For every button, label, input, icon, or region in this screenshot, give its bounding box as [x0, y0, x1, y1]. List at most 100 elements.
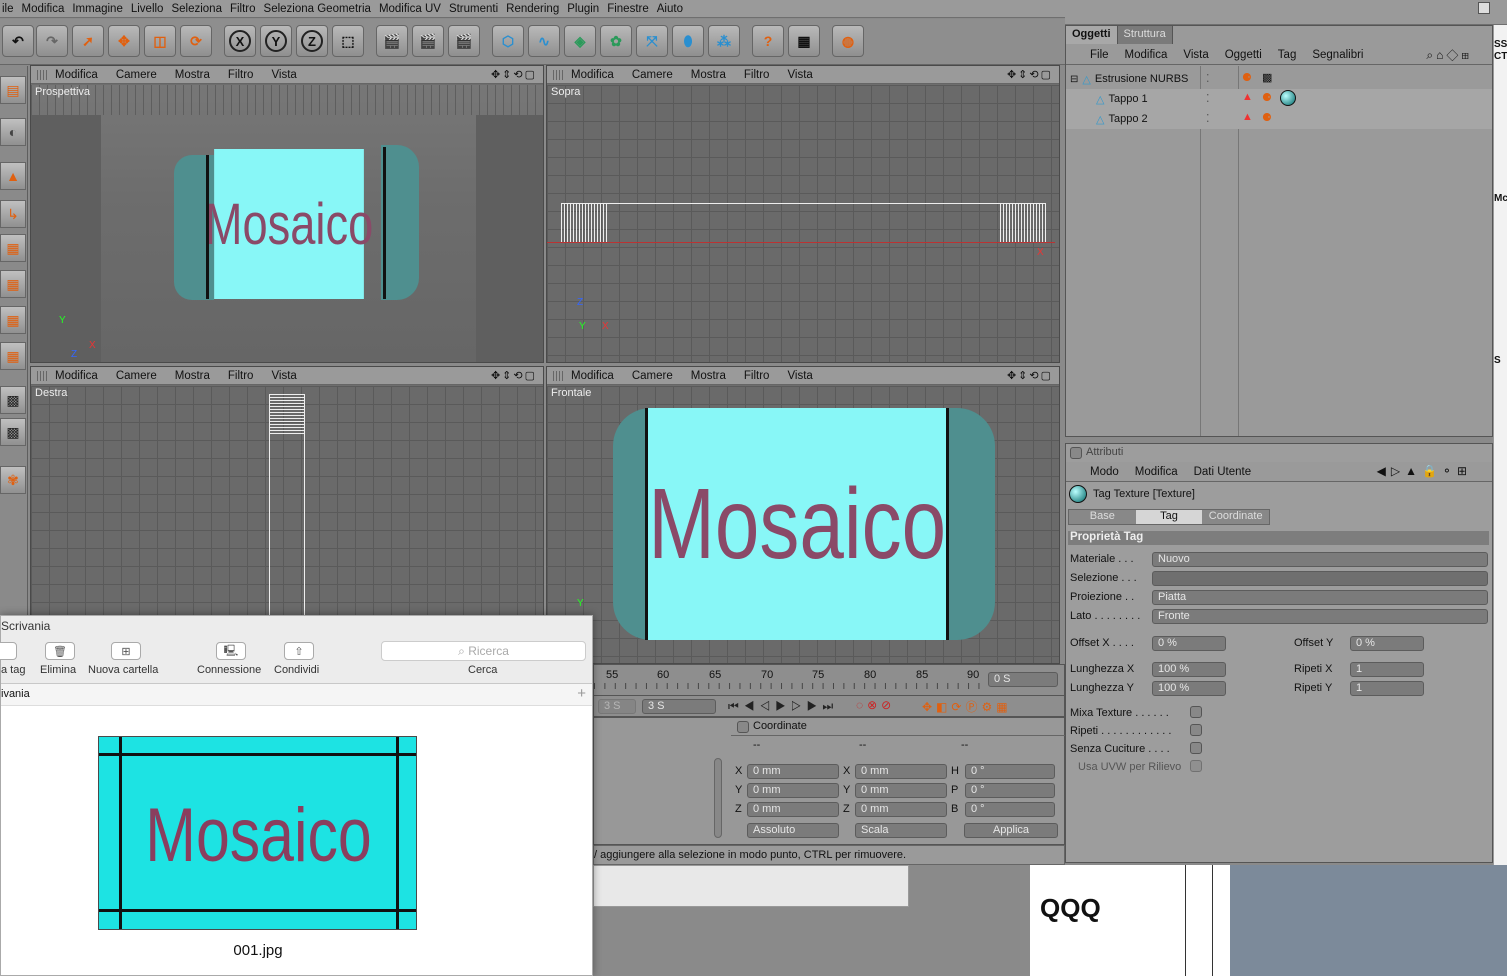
length-y-field[interactable]: 100 %: [1152, 681, 1226, 696]
scale-icon[interactable]: ◫: [144, 25, 176, 57]
om-menu-vista[interactable]: Vista: [1183, 49, 1208, 61]
web-icon[interactable]: ◍: [832, 25, 864, 57]
polygons-mode-icon[interactable]: ▦: [0, 234, 26, 262]
snap-icon[interactable]: ✾: [0, 466, 26, 494]
phong-tag-icon[interactable]: ⚈: [1242, 71, 1252, 84]
collapse-icon[interactable]: ⊟: [1070, 74, 1078, 85]
menu-seleziona-geometria[interactable]: Seleziona Geometria: [264, 3, 379, 15]
vp-menu-filtro[interactable]: Filtro: [744, 69, 770, 81]
viewport-nav-icons[interactable]: ✥⇕⟲▢: [1007, 369, 1053, 382]
trash-icon[interactable]: 🗑: [45, 642, 75, 660]
vp-menu-mostra[interactable]: Mostra: [175, 370, 210, 382]
viewport-right[interactable]: Modifica Camere Mostra Filtro Vista ✥⇕⟲▢…: [30, 366, 544, 626]
move-icon[interactable]: ✥: [108, 25, 140, 57]
tiles-x-field[interactable]: 1: [1350, 662, 1424, 677]
scale-z-field[interactable]: 0 mm: [855, 802, 947, 817]
vp-menu-modifica[interactable]: Modifica: [571, 69, 614, 81]
viewport-nav-icons[interactable]: ✥⇕⟲▢: [491, 68, 537, 81]
menu-strumenti[interactable]: Strumenti: [449, 3, 506, 15]
tab-oggetti[interactable]: Oggetti: [1066, 26, 1118, 44]
edges-mode-icon[interactable]: ↳: [0, 200, 26, 228]
warning-tag-icon[interactable]: ▲: [1242, 91, 1253, 103]
coordinate-system-icon[interactable]: ⬚: [332, 25, 364, 57]
vp-menu-filtro[interactable]: Filtro: [744, 370, 770, 382]
viewport-top-canvas[interactable]: Sopra X Z X Y: [547, 85, 1059, 362]
scale-x-field[interactable]: 0 mm: [855, 764, 947, 779]
help-icon[interactable]: ?: [752, 25, 784, 57]
menu-rendering[interactable]: Rendering: [506, 3, 567, 15]
add-tab-icon[interactable]: +: [577, 685, 586, 702]
coord-panel-toggle[interactable]: [737, 721, 749, 733]
end-frame-field[interactable]: 3 S: [642, 699, 716, 714]
visibility-dots[interactable]: ⁚: [1206, 92, 1210, 105]
vp-menu-vista[interactable]: Vista: [787, 69, 812, 81]
rotation-h-field[interactable]: 0 °: [965, 764, 1055, 779]
phong-tag-icon[interactable]: ⚈: [1262, 111, 1272, 124]
menu-finestre[interactable]: Finestre: [607, 3, 657, 15]
vp-menu-filtro[interactable]: Filtro: [228, 69, 254, 81]
viewport-perspective-canvas[interactable]: Prospettiva Mosaico Y X Z: [31, 85, 543, 362]
selection-field[interactable]: [1152, 571, 1488, 586]
tag-button-label[interactable]: a tag: [1, 664, 25, 676]
coord-scrollbar[interactable]: [714, 758, 722, 838]
texture-mode-icon[interactable]: ◐: [0, 118, 26, 146]
vp-menu-camere[interactable]: Camere: [116, 370, 157, 382]
new-folder-button-label[interactable]: Nuova cartella: [88, 664, 158, 676]
array-icon[interactable]: ✿: [600, 25, 632, 57]
transport-icons[interactable]: ⏮◀◁▶▷▶⏭: [728, 699, 838, 714]
particles-icon[interactable]: ⁂: [708, 25, 740, 57]
seamless-checkbox[interactable]: [1190, 742, 1202, 754]
environment-icon[interactable]: ⬮: [672, 25, 704, 57]
vp-menu-camere[interactable]: Camere: [632, 69, 673, 81]
file-thumbnail[interactable]: Mosaico: [98, 736, 417, 930]
tiles-y-field[interactable]: 1: [1350, 681, 1424, 696]
menu-seleziona[interactable]: Seleziona: [171, 3, 230, 15]
rotate-icon[interactable]: ⟳: [180, 25, 212, 57]
connect-icon[interactable]: 🖳: [216, 642, 246, 660]
checker-tag-icon[interactable]: ▩: [1262, 71, 1272, 84]
visibility-dots[interactable]: ⁚: [1206, 112, 1210, 125]
viewport-top[interactable]: Modifica Camere Mostra Filtro Vista ✥⇕⟲▢…: [546, 65, 1060, 363]
vp-menu-vista[interactable]: Vista: [787, 370, 812, 382]
menu-modifica-uv[interactable]: Modifica UV: [379, 3, 449, 15]
length-x-field[interactable]: 100 %: [1152, 662, 1226, 677]
tile-checkbox[interactable]: [1190, 724, 1202, 736]
undo-icon[interactable]: ↶: [2, 25, 34, 57]
om-menu-segnalibri[interactable]: Segnalibri: [1312, 49, 1363, 61]
viewport-right-canvas[interactable]: Destra: [31, 386, 543, 625]
projection-select[interactable]: Piatta: [1152, 590, 1488, 605]
material-field[interactable]: Nuovo: [1152, 552, 1488, 567]
start-frame-field[interactable]: 3 S: [598, 699, 636, 714]
key-icons[interactable]: ✥◧⟳Ⓟ⚙▦: [922, 698, 1012, 715]
current-frame-field[interactable]: 0 S: [988, 672, 1058, 687]
vp-menu-vista[interactable]: Vista: [271, 370, 296, 382]
om-menu-oggetti[interactable]: Oggetti: [1225, 49, 1262, 61]
position-x-field[interactable]: 0 mm: [747, 764, 839, 779]
record-icons[interactable]: ◌⊗⊘: [856, 698, 895, 712]
share-icon[interactable]: ⇧: [284, 642, 314, 660]
viewport-nav-icons[interactable]: ✥⇕⟲▢: [1007, 68, 1053, 81]
model-mode-icon[interactable]: ▦: [0, 342, 26, 370]
viewport-perspective[interactable]: Modifica Camere Mostra Filtro Vista ✥⇕⟲▢…: [30, 65, 544, 363]
new-folder-icon[interactable]: ⊞: [111, 642, 141, 660]
redo-icon[interactable]: ↷: [36, 25, 68, 57]
timeline-ruler[interactable]: 55 60 65 70 75 80 85 90: [594, 665, 984, 689]
spline-icon[interactable]: ∿: [528, 25, 560, 57]
warning-tag-icon[interactable]: ▲: [1242, 111, 1253, 123]
vp-menu-mostra[interactable]: Mostra: [691, 370, 726, 382]
phong-tag-icon[interactable]: ⚈: [1262, 91, 1272, 104]
vp-menu-camere[interactable]: Camere: [632, 370, 673, 382]
render-picture-viewer-icon[interactable]: 🎬: [412, 25, 444, 57]
points-mode-icon[interactable]: ▲: [0, 162, 26, 190]
attributes-panel-toggle[interactable]: [1070, 447, 1082, 459]
rotation-b-field[interactable]: 0 °: [965, 802, 1055, 817]
apply-button[interactable]: Applica: [964, 823, 1058, 838]
menu-plugin[interactable]: Plugin: [567, 3, 607, 15]
tab-base[interactable]: Base: [1069, 510, 1136, 524]
object-name[interactable]: Estrusione NURBS: [1095, 73, 1189, 85]
tab-coordinate[interactable]: Coordinate: [1202, 510, 1270, 524]
layout-icon[interactable]: ▤: [0, 76, 26, 104]
offset-x-field[interactable]: 0 %: [1152, 636, 1226, 651]
vp-menu-modifica[interactable]: Modifica: [55, 370, 98, 382]
visibility-dots[interactable]: ⁚: [1206, 72, 1210, 85]
